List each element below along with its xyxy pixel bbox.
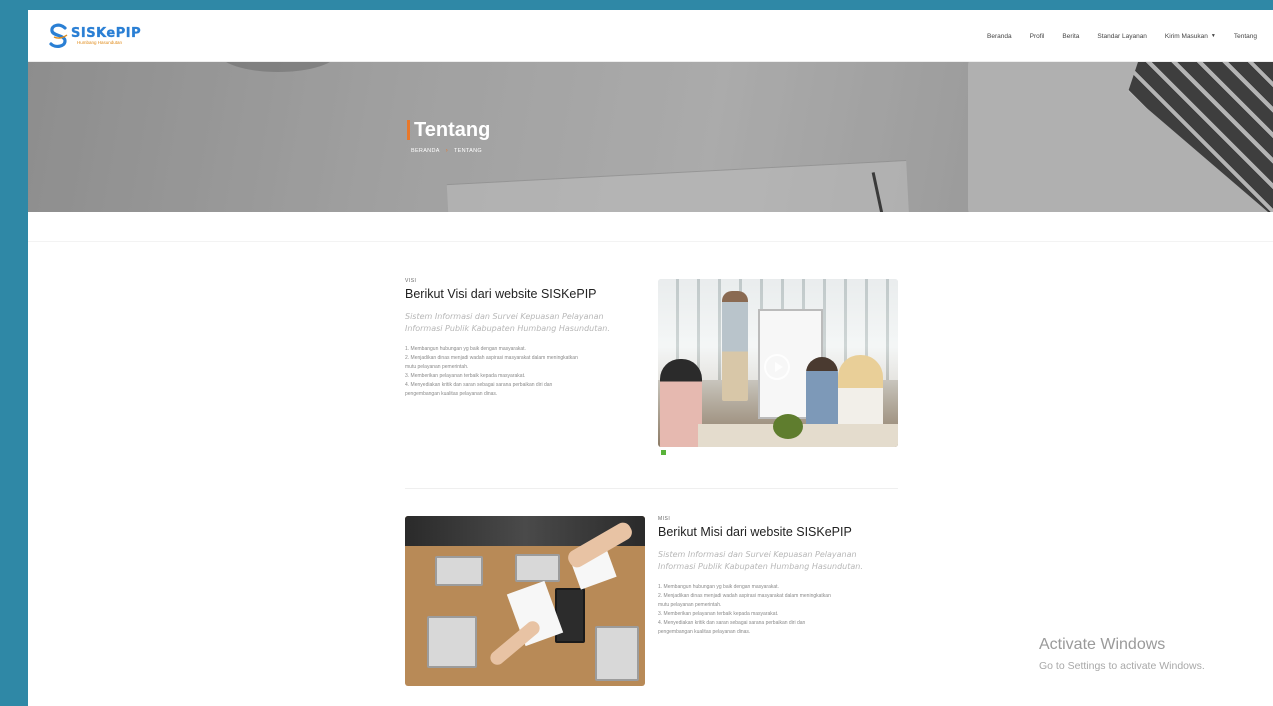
nav-profil[interactable]: Profil: [1030, 33, 1045, 40]
nav-standar-layanan[interactable]: Standar Layanan: [1097, 33, 1147, 40]
visi-list: 1. Membangun hubungan yg baik dengan mas…: [405, 345, 640, 399]
nav-tentang[interactable]: Tentang: [1234, 33, 1257, 40]
misi-line: 4. Menyediakan kritik dan saran sebagai …: [658, 620, 806, 626]
visi-line: pengembangan kualitas pelayanan dinas.: [405, 391, 498, 397]
nav-kirim-masukan-label: Kirim Masukan: [1164, 32, 1208, 40]
misi-lead: Sistem Informasi dan Survei Kepuasan Pel…: [658, 550, 863, 571]
misi-list: 1. Membangun hubungan yg baik dengan mas…: [658, 583, 893, 637]
logo-s-icon: [48, 23, 70, 49]
nav-beranda[interactable]: Beranda: [987, 33, 1012, 40]
visi-line: 1. Membangun hubungan yg baik dengan mas…: [405, 346, 526, 352]
breadcrumb-current: TENTANG: [454, 148, 482, 154]
site-logo[interactable]: SISKePIP Humbang Hasundutan: [48, 22, 141, 50]
slider-indicator[interactable]: [661, 450, 666, 455]
visi-line: mutu pelayanan pemerintah.: [405, 364, 469, 370]
page-title: Tentang: [407, 120, 490, 140]
breadcrumb: BERANDA › TENTANG: [411, 148, 482, 154]
misi-title: Berikut Misi dari website SISKePIP: [658, 525, 852, 539]
visi-title: Berikut Visi dari website SISKePIP: [405, 287, 597, 301]
visi-video-thumbnail[interactable]: [658, 279, 898, 447]
misi-line: mutu pelayanan pemerintah.: [658, 602, 722, 608]
nav-berita[interactable]: Berita: [1062, 33, 1079, 40]
visi-section: VISI Berikut Visi dari website SISKePIP …: [405, 278, 640, 399]
visi-line: 4. Menyediakan kritik dan saran sebagai …: [405, 382, 553, 388]
play-icon[interactable]: [764, 354, 790, 380]
misi-image: [405, 516, 645, 686]
caret-down-icon: ▼: [1210, 33, 1216, 39]
nav-kirim-masukan[interactable]: Kirim Masukan ▼: [1165, 33, 1216, 40]
visi-line: 2. Menjadikan dinas menjadi wadah aspira…: [405, 355, 578, 361]
page-header-banner: Tentang BERANDA › TENTANG: [28, 62, 1273, 212]
breadcrumb-beranda[interactable]: BERANDA: [411, 148, 440, 154]
breadcrumb-separator-icon: ›: [445, 148, 449, 154]
visi-line: 3. Memberikan pelayanan terbaik kepada m…: [405, 373, 526, 379]
windows-activation-watermark: Activate Windows Go to Settings to activ…: [1039, 636, 1205, 672]
misi-section: MISI Berikut Misi dari website SISKePIP …: [658, 516, 893, 637]
misi-line: 3. Memberikan pelayanan terbaik kepada m…: [658, 611, 779, 617]
main-nav: Beranda Profil Berita Standar Layanan Ki…: [969, 10, 1257, 62]
misi-line: 1. Membangun hubungan yg baik dengan mas…: [658, 584, 779, 590]
misi-line: 2. Menjadikan dinas menjadi wadah aspira…: [658, 593, 831, 599]
visi-kicker: VISI: [405, 278, 417, 284]
misi-line: pengembangan kualitas pelayanan dinas.: [658, 629, 751, 635]
visi-lead: Sistem Informasi dan Survei Kepuasan Pel…: [405, 312, 610, 333]
section-divider: [405, 488, 898, 489]
watermark-title: Activate Windows: [1039, 636, 1166, 653]
logo-name: SISKePIP: [71, 25, 142, 41]
watermark-subtitle: Go to Settings to activate Windows.: [1039, 660, 1205, 672]
page: SISKePIP Humbang Hasundutan Beranda Prof…: [28, 10, 1273, 706]
misi-kicker: MISI: [658, 516, 671, 522]
logo-subtitle: Humbang Hasundutan: [77, 39, 123, 45]
navbar: SISKePIP Humbang Hasundutan Beranda Prof…: [28, 10, 1273, 62]
